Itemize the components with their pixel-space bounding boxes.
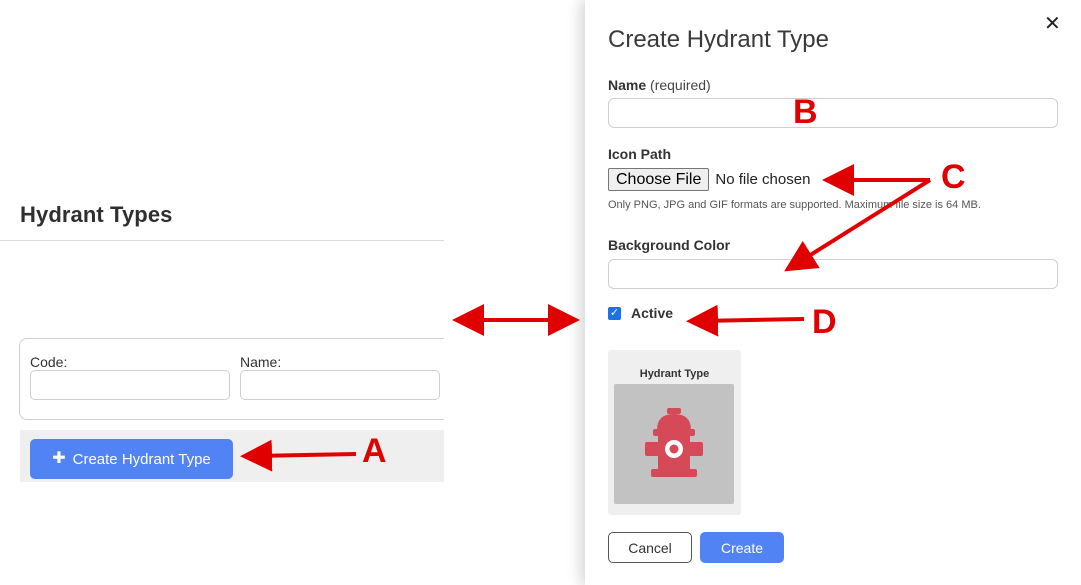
create-hydrant-type-label: Create Hydrant Type xyxy=(72,450,211,468)
create-hydrant-type-button[interactable]: ✚ Create Hydrant Type xyxy=(30,439,233,479)
file-format-hint: Only PNG, JPG and GIF formats are suppor… xyxy=(608,199,981,211)
required-hint: (required) xyxy=(650,77,711,93)
create-hydrant-type-modal: Create Hydrant Type ✕ Name (required) Ic… xyxy=(585,0,1081,585)
name-filter-input[interactable] xyxy=(240,370,440,400)
file-status-text: No file chosen xyxy=(715,171,811,188)
annotation-letter-a: A xyxy=(362,432,387,470)
title-divider xyxy=(0,240,444,241)
annotation-letter-b: B xyxy=(793,93,818,131)
name-field-label: Name (required) xyxy=(608,77,711,93)
active-checkbox[interactable]: ✓ xyxy=(608,306,621,320)
icon-path-file-picker: Choose File No file chosen xyxy=(608,168,810,191)
code-filter-input[interactable] xyxy=(30,370,230,400)
annotation-letter-d: D xyxy=(812,303,837,341)
name-filter-label: Name: xyxy=(240,354,282,370)
annotation-letter-c: C xyxy=(941,158,966,196)
icon-preview-card: Hydrant Type xyxy=(608,350,741,515)
background-color-input[interactable] xyxy=(608,259,1058,289)
active-checkbox-row: ✓ Active xyxy=(608,305,673,321)
modal-title: Create Hydrant Type xyxy=(608,26,830,53)
fire-hydrant-icon xyxy=(645,408,703,477)
preview-tile xyxy=(614,384,734,504)
name-label-text: Name xyxy=(608,77,647,93)
active-label: Active xyxy=(631,305,674,321)
icon-path-label: Icon Path xyxy=(608,146,672,162)
close-icon[interactable]: ✕ xyxy=(1044,14,1061,34)
page-title: Hydrant Types xyxy=(20,202,173,227)
cancel-button[interactable]: Cancel xyxy=(608,532,692,563)
create-button[interactable]: Create xyxy=(700,532,784,563)
plus-icon: ✚ xyxy=(52,450,66,467)
name-input[interactable] xyxy=(608,98,1058,128)
choose-file-button[interactable]: Choose File xyxy=(608,168,710,191)
preview-title: Hydrant Type xyxy=(639,368,710,380)
hydrant-types-page: Hydrant Types Code: Name: ✚ Create Hydra… xyxy=(0,0,444,585)
code-filter-label: Code: xyxy=(30,354,68,370)
background-color-label: Background Color xyxy=(608,237,731,253)
